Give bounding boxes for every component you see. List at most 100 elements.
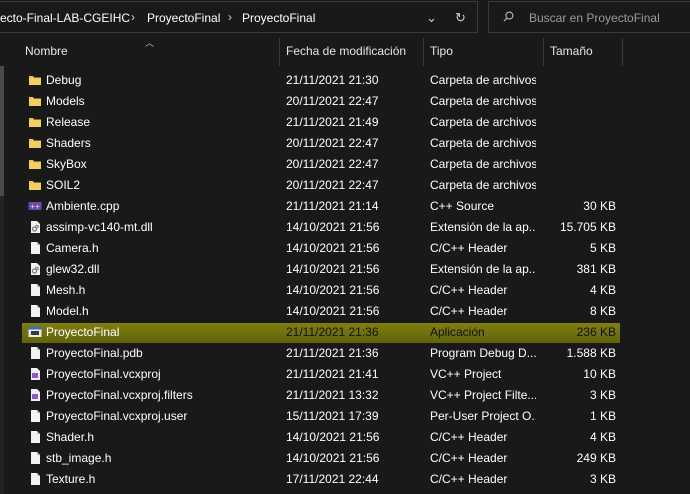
column-header-name[interactable]: Nombre [25, 44, 68, 58]
dropdown-icon[interactable]: ⌄ [426, 10, 437, 26]
file-type: Program Debug D... [430, 346, 536, 360]
breadcrumb-segment[interactable]: ecto-Final-LAB-CGEIHC [0, 11, 130, 25]
file-type: Aplicación [430, 325, 485, 339]
file-size: 3 KB [589, 388, 616, 402]
file-row[interactable]: assimp-vc140-mt.dll 14/10/2021 21:56 Exten… [0, 217, 690, 238]
folder-icon [28, 94, 42, 108]
file-row[interactable]: ProyectoFinal.pdb 21/11/2021 21:36 Program… [0, 343, 690, 364]
search-box[interactable]: Buscar en ProyectoFinal [488, 1, 690, 33]
file-row[interactable]: SkyBox 20/11/2021 22:47 Carpeta de archivo… [0, 154, 690, 175]
file-icon [28, 472, 42, 486]
file-row[interactable]: Debug 21/11/2021 21:30 Carpeta de archivos [0, 70, 690, 91]
file-row[interactable]: Shader.h 14/10/2021 21:56 C/C++ Header 4 KB [0, 427, 690, 448]
address-bar[interactable]: ecto-Final-LAB-CGEIHC › ProyectoFinal › … [0, 1, 478, 33]
file-type: C/C++ Header [430, 472, 508, 486]
file-name: glew32.dll [46, 262, 100, 276]
file-row[interactable]: stb_image.h 14/10/2021 21:56 C/C++ Header 2… [0, 448, 690, 469]
dll-icon [28, 262, 42, 276]
file-size: 15.705 KB [559, 220, 616, 234]
file-icon [28, 346, 42, 360]
file-date: 21/11/2021 21:30 [286, 73, 379, 87]
column-header-size[interactable]: Tamaño [550, 44, 593, 58]
file-name: ProyectoFinal [46, 325, 120, 339]
file-row[interactable]: Model.h 14/10/2021 21:56 C/C++ Header 8 KB [0, 301, 690, 322]
cpp-source-icon: ++ [28, 199, 42, 213]
folder-icon [28, 73, 42, 87]
file-date: 21/11/2021 21:49 [286, 115, 379, 129]
exe-icon [28, 325, 42, 339]
file-row[interactable]: Shaders 20/11/2021 22:47 Carpeta de archiv… [0, 133, 690, 154]
file-row[interactable]: Texture.h 17/11/2021 22:44 C/C++ Header 3 K… [0, 469, 690, 490]
file-date: 21/11/2021 21:36 [286, 325, 379, 339]
breadcrumb-segment[interactable]: ProyectoFinal [147, 11, 220, 25]
file-date: 14/10/2021 21:56 [286, 430, 380, 444]
file-date: 15/11/2021 17:39 [286, 409, 379, 423]
file-row[interactable]: ProyectoFinal 21/11/2021 21:36 Aplicación 2… [0, 322, 690, 343]
folder-icon [28, 178, 42, 192]
file-name: Texture.h [46, 472, 96, 486]
file-row[interactable]: ProyectoFinal.vcxproj 21/11/2021 21:41 VC+… [0, 364, 690, 385]
file-date: 14/10/2021 21:56 [286, 304, 380, 318]
file-row[interactable]: Release 21/11/2021 21:49 Carpeta de archiv… [0, 112, 690, 133]
search-icon [503, 11, 514, 22]
file-size: 30 KB [583, 199, 616, 213]
file-date: 20/11/2021 22:47 [286, 94, 379, 108]
chevron-right-icon[interactable]: › [228, 10, 232, 24]
file-row[interactable]: ++ Ambiente.cpp 21/11/2021 21:14 C++ Source… [0, 196, 690, 217]
file-name: ProyectoFinal.vcxproj [46, 367, 161, 381]
file-name: Models [46, 94, 85, 108]
file-name: ProyectoFinal.vcxproj.filters [46, 388, 193, 402]
file-type: C/C++ Header [430, 241, 508, 255]
file-type: Carpeta de archivos [430, 136, 536, 150]
column-divider[interactable] [423, 38, 424, 66]
breadcrumb-segment[interactable]: ProyectoFinal [242, 11, 315, 25]
file-size: 4 KB [589, 283, 616, 297]
file-name: Model.h [46, 304, 89, 318]
column-divider[interactable] [622, 38, 623, 66]
chevron-right-icon[interactable]: › [131, 10, 135, 24]
file-name: ProyectoFinal.pdb [46, 346, 143, 360]
folder-icon [28, 157, 42, 171]
file-size: 3 KB [589, 472, 616, 486]
svg-text:++: ++ [30, 204, 40, 211]
file-type: Carpeta de archivos [430, 157, 536, 171]
refresh-icon[interactable]: ↻ [455, 10, 466, 26]
file-row[interactable]: Camera.h 14/10/2021 21:56 C/C++ Header 5 KB [0, 238, 690, 259]
column-divider[interactable] [543, 38, 544, 66]
file-size: 8 KB [589, 304, 616, 318]
file-row[interactable]: glew32.dll 14/10/2021 21:56 Extensión de l… [0, 259, 690, 280]
file-date: 20/11/2021 22:47 [286, 178, 379, 192]
file-icon [28, 283, 42, 297]
file-size: 249 KB [576, 451, 616, 465]
file-date: 20/11/2021 22:47 [286, 157, 379, 171]
file-date: 14/10/2021 21:56 [286, 451, 380, 465]
file-type: Extensión de la ap... [430, 262, 536, 276]
file-size: 1 KB [589, 409, 616, 423]
file-date: 21/11/2021 21:41 [286, 367, 379, 381]
column-header-type[interactable]: Tipo [430, 44, 453, 58]
column-divider[interactable] [279, 38, 280, 66]
file-type: Carpeta de archivos [430, 178, 536, 192]
file-type: VC++ Project Filte... [430, 388, 536, 402]
file-row[interactable]: Models 20/11/2021 22:47 Carpeta de archivo… [0, 91, 690, 112]
file-name: ProyectoFinal.vcxproj.user [46, 409, 188, 423]
file-icon [28, 451, 42, 465]
file-row[interactable]: ProyectoFinal.vcxproj.user 15/11/2021 17:… [0, 406, 690, 427]
file-name: Shader.h [46, 430, 95, 444]
file-icon [28, 241, 42, 255]
search-input[interactable]: Buscar en ProyectoFinal [529, 11, 660, 25]
file-type: C/C++ Header [430, 283, 508, 297]
file-name: Shaders [46, 136, 91, 150]
file-name: Ambiente.cpp [46, 199, 120, 213]
vcxproj-icon [28, 367, 42, 381]
file-row[interactable]: ProyectoFinal.vcxproj.filters 21/11/2021 … [0, 385, 690, 406]
column-header-date[interactable]: Fecha de modificación [286, 44, 406, 58]
file-size: 4 KB [589, 430, 616, 444]
file-date: 17/11/2021 22:44 [286, 472, 379, 486]
file-row[interactable]: Mesh.h 14/10/2021 21:56 C/C++ Header 4 KB [0, 280, 690, 301]
file-type: Carpeta de archivos [430, 115, 536, 129]
file-type: Per-User Project O... [430, 409, 536, 423]
file-row[interactable]: SOIL2 20/11/2021 22:47 Carpeta de archivos [0, 175, 690, 196]
folder-icon [28, 136, 42, 150]
file-name: Camera.h [46, 241, 99, 255]
